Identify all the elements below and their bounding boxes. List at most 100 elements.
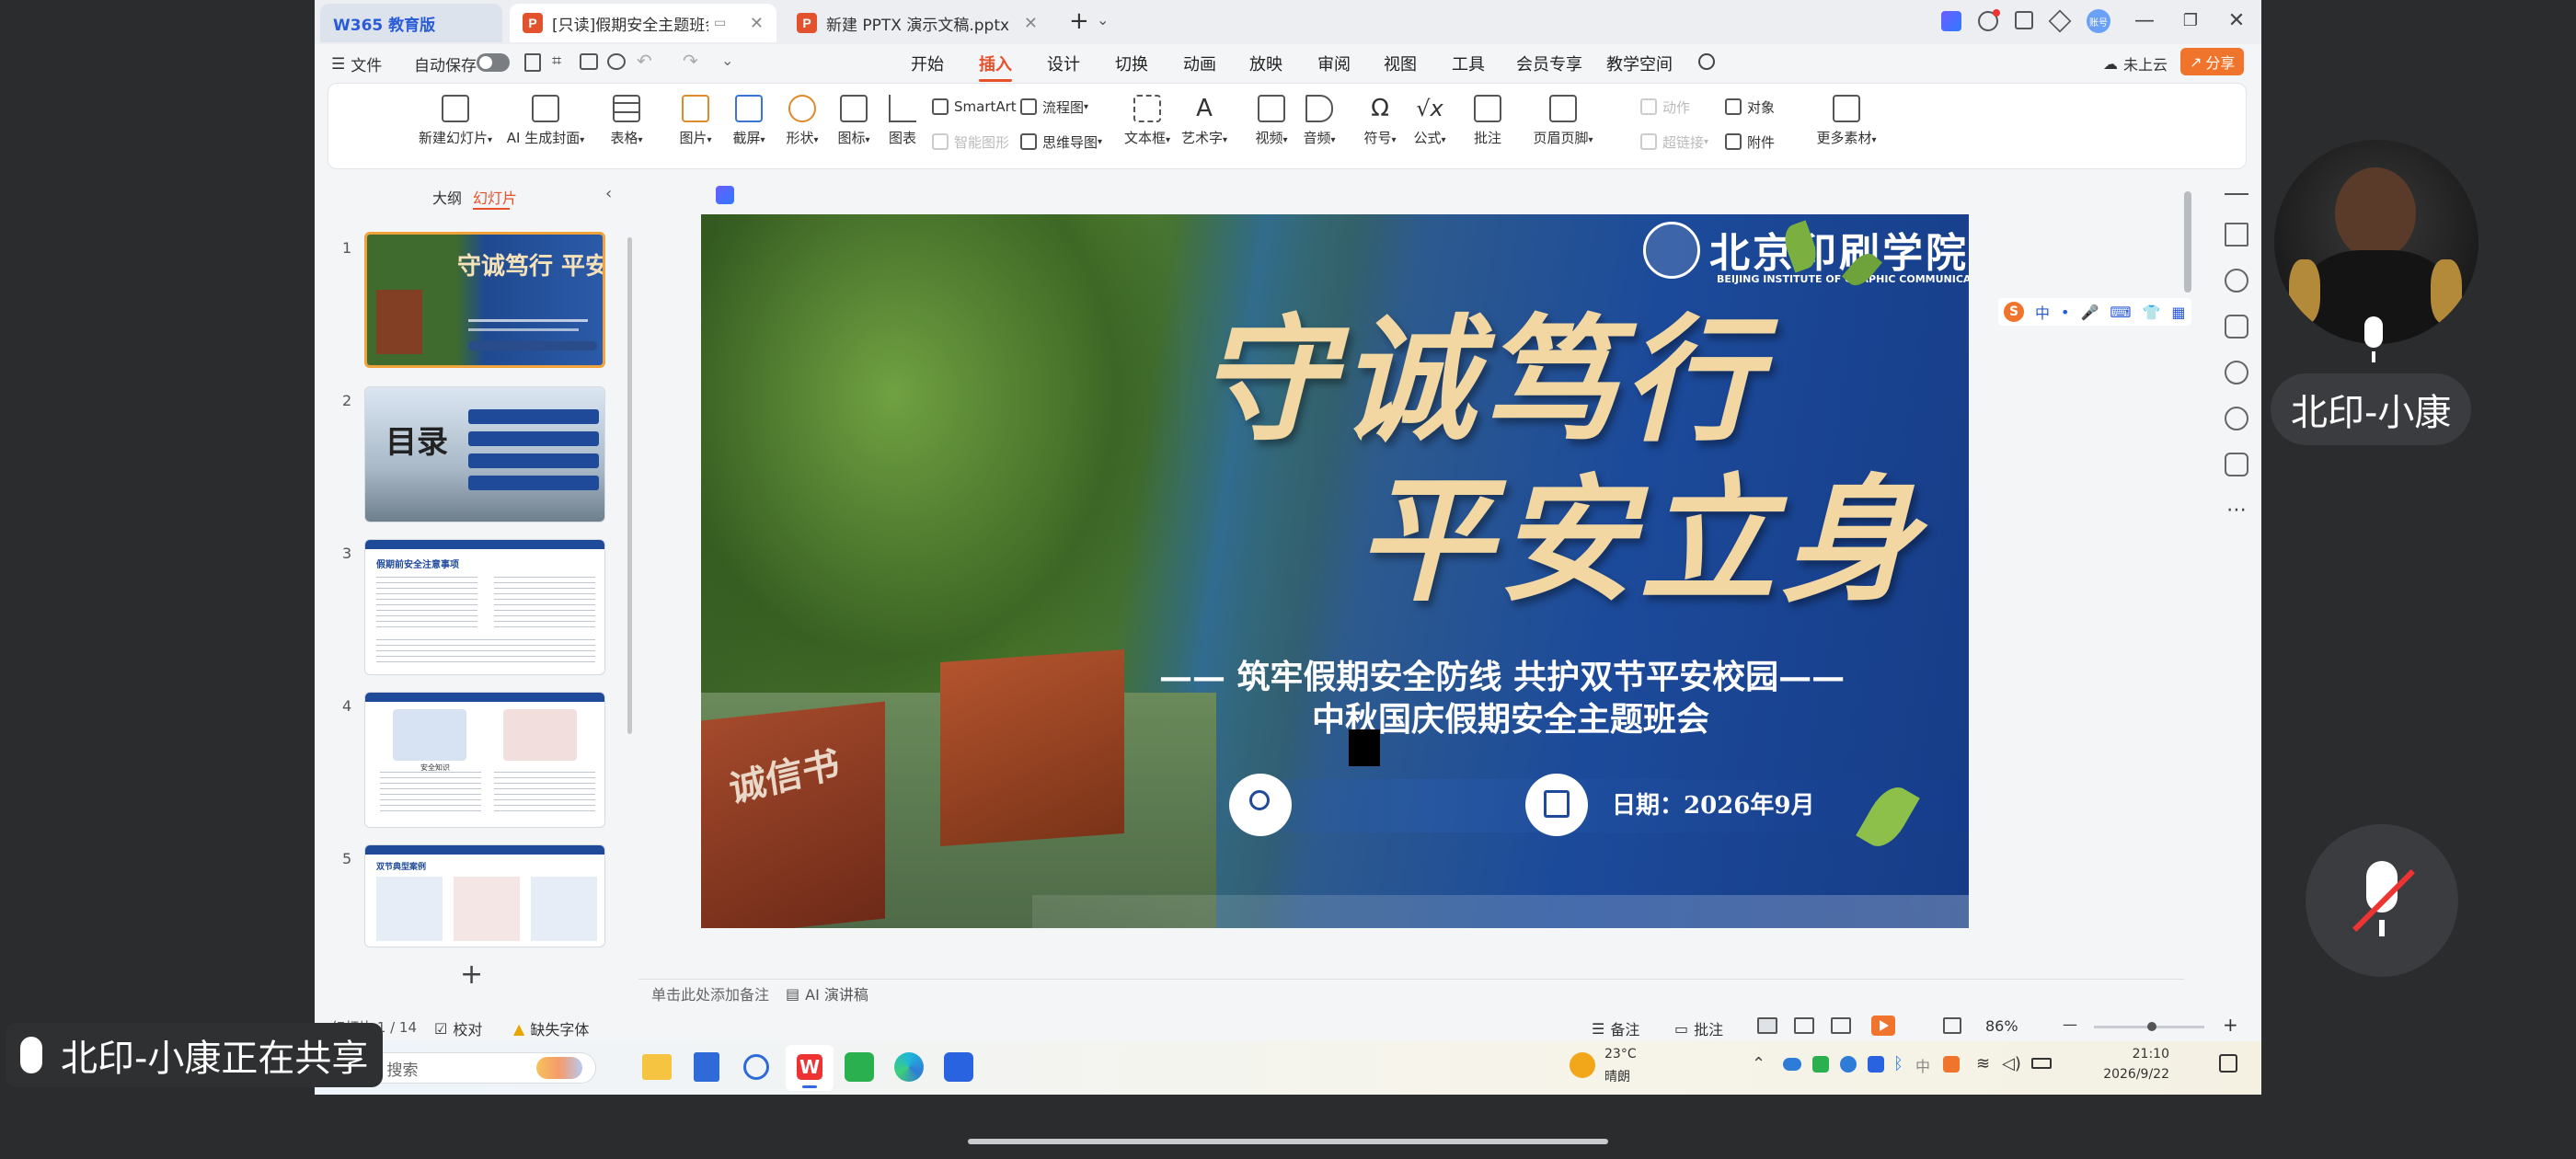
screenshot-button[interactable]: 截屏▾ — [726, 95, 772, 147]
action-button[interactable]: 动作 — [1640, 95, 1690, 119]
weather-temp[interactable]: 23°C — [1604, 1047, 1637, 1061]
add-slide-button[interactable]: + — [460, 958, 483, 991]
taskbar-search[interactable]: ⌕ 搜索 — [357, 1052, 596, 1084]
wechat-icon[interactable] — [845, 1052, 874, 1082]
file-menu[interactable]: ☰ 文件 — [331, 52, 382, 76]
doc-tab-2[interactable]: P 新建 PPTX 演示文稿.pptx ✕ — [784, 4, 1051, 42]
sorter-view-icon[interactable] — [1794, 1017, 1814, 1034]
tray-app-icon[interactable] — [1840, 1056, 1857, 1073]
missing-font-button[interactable]: ▲ 缺失字体 — [513, 1017, 589, 1039]
tray-expand-icon[interactable]: ⌃ — [1752, 1054, 1765, 1073]
tab-membership[interactable]: 会员专享 — [1516, 52, 1582, 75]
help-icon[interactable] — [2225, 407, 2248, 430]
chevron-down-icon[interactable]: ⌄ — [1097, 11, 1109, 29]
ime-skin-icon[interactable]: 👕 — [2142, 304, 2160, 321]
copy-icon[interactable] — [2225, 315, 2248, 339]
ime-voice-icon[interactable]: 🎤 — [2080, 304, 2099, 321]
slides-tab[interactable]: 幻灯片 — [473, 186, 517, 208]
smartart-button[interactable]: SmartArt — [932, 95, 1017, 119]
zoom-level[interactable]: 86% — [1985, 1017, 2018, 1035]
share-button[interactable]: ↗ 分享 — [2180, 48, 2245, 75]
tab-transition[interactable]: 切换 — [1115, 52, 1148, 75]
ai-assist-icon[interactable] — [716, 186, 734, 204]
close-tab-icon[interactable]: ✕ — [1024, 14, 1038, 33]
tab-teaching[interactable]: 教学空间 — [1606, 52, 1673, 75]
volume-icon[interactable]: ◁) — [2002, 1054, 2021, 1073]
clock-time[interactable]: 21:10 — [2087, 1047, 2169, 1061]
properties-icon[interactable] — [2225, 223, 2248, 247]
notes-toggle[interactable]: ☰ 备注 — [1592, 1017, 1639, 1039]
mute-mic-button[interactable] — [2306, 824, 2458, 977]
tab-animation[interactable]: 动画 — [1183, 52, 1216, 75]
fit-window-icon[interactable] — [1943, 1017, 1961, 1034]
tab-slideshow[interactable]: 放映 — [1249, 52, 1282, 75]
wps-home-tab[interactable]: W365 教育版 — [320, 4, 502, 42]
flowchart-button[interactable]: 流程图 ▾ — [1020, 95, 1088, 119]
sogou-tray-icon[interactable] — [1943, 1056, 1960, 1073]
ai-icon[interactable] — [1941, 11, 1961, 31]
redo-icon[interactable]: ↷ — [683, 50, 698, 72]
wifi-icon[interactable]: ≋ — [1976, 1054, 1990, 1073]
quick-access-more-icon[interactable]: ⌄ — [721, 52, 733, 69]
collapse-panel-icon[interactable]: ‹ — [605, 184, 612, 203]
zoom-slider[interactable] — [2094, 1022, 2204, 1031]
smart-graphic-button[interactable]: 智能图形 — [932, 130, 1009, 154]
user-avatar[interactable]: 账号 — [2087, 9, 2110, 33]
presenter-avatar[interactable] — [2274, 140, 2478, 344]
slide-1[interactable]: 诚信书 北京印刷学院 BEIJING INSTITUTE OF GRAPHIC … — [701, 214, 1969, 928]
shape-button[interactable]: 形状▾ — [779, 95, 825, 147]
doc-tab-active[interactable]: P [只读]假期安全主题班会.pp ▭ ✕ — [510, 4, 776, 42]
weather-text[interactable]: 晴朗 — [1604, 1067, 1630, 1085]
mindmap-button[interactable]: 思维导图 ▾ — [1020, 130, 1102, 154]
undo-icon[interactable]: ↶ — [637, 50, 652, 72]
slide-thumbnail-1[interactable]: 守诚笃行 平安立身 — [364, 232, 605, 368]
chat-icon[interactable] — [2225, 453, 2248, 476]
wps-taskbar-button[interactable]: W — [786, 1045, 834, 1091]
bluetooth-icon[interactable]: ᛒ — [1893, 1054, 1903, 1073]
panel-scrollbar[interactable] — [627, 237, 632, 734]
autosave-toggle[interactable] — [477, 53, 510, 72]
ai-cover-button[interactable]: AI 生成封面▾ — [500, 95, 592, 147]
preview-icon[interactable] — [607, 53, 626, 70]
onedrive-icon[interactable] — [1783, 1058, 1801, 1071]
close-tab-icon[interactable]: ✕ — [750, 14, 764, 33]
tab-design[interactable]: 设计 — [1047, 52, 1080, 75]
more-icon[interactable]: ⋯ — [2226, 499, 2247, 522]
vpn-app-icon[interactable] — [743, 1054, 769, 1080]
notes-app-icon[interactable] — [694, 1052, 719, 1082]
ime-toolbar[interactable]: S 中 • 🎤 ⌨ 👕 ▦ — [1998, 298, 2191, 326]
textbox-button[interactable]: 文本框▾ — [1121, 95, 1173, 147]
object-button[interactable]: 对象 — [1725, 95, 1775, 119]
proofread-button[interactable]: ☑ 校对 — [434, 1017, 482, 1039]
canvas-scrollbar[interactable] — [2184, 191, 2191, 293]
outline-tab[interactable]: 大纲 — [432, 186, 462, 208]
new-slide-button[interactable]: 新建幻灯片▾ — [417, 95, 494, 147]
hyperlink-button[interactable]: 超链接 ▾ — [1640, 130, 1708, 154]
play-slideshow-button[interactable] — [1871, 1016, 1895, 1036]
print-icon[interactable] — [580, 53, 598, 70]
comment-button[interactable]: 批注 — [1469, 95, 1506, 147]
video-button[interactable]: 视频▾ — [1250, 95, 1293, 147]
attachment-button[interactable]: 附件 — [1725, 130, 1775, 154]
slide-thumbnail-3[interactable]: 假期前安全注意事项 — [364, 539, 605, 675]
tab-view[interactable]: 视图 — [1384, 52, 1417, 75]
search-icon[interactable] — [1698, 53, 1715, 70]
icon-button[interactable]: 图标▾ — [831, 95, 877, 147]
picture-button[interactable]: 图片▾ — [673, 95, 719, 147]
table-button[interactable]: 表格▾ — [601, 95, 652, 147]
tab-insert[interactable]: 插入 — [979, 52, 1012, 82]
wordart-button[interactable]: A 艺术字▾ — [1179, 95, 1230, 147]
notification-icon[interactable] — [2219, 1054, 2237, 1073]
tab-home[interactable]: 开始 — [911, 52, 944, 75]
format-painter-icon[interactable]: ⌗ — [552, 52, 561, 71]
bell-icon[interactable] — [1978, 9, 2000, 31]
clock-date[interactable]: 2026/9/22 — [2068, 1067, 2169, 1082]
cube-icon[interactable] — [2048, 9, 2072, 33]
add-tab-button[interactable]: + — [1069, 7, 1089, 35]
ime-tray-icon[interactable]: 中 — [1915, 1054, 1930, 1076]
more-material-button[interactable]: 更多素材▾ — [1813, 95, 1880, 147]
header-footer-button[interactable]: 页眉页脚▾ — [1524, 95, 1602, 147]
slide-thumbnail-5[interactable]: 双节典型案例 — [364, 844, 605, 947]
save-icon[interactable] — [524, 53, 541, 72]
tab-tools[interactable]: 工具 — [1452, 52, 1485, 75]
